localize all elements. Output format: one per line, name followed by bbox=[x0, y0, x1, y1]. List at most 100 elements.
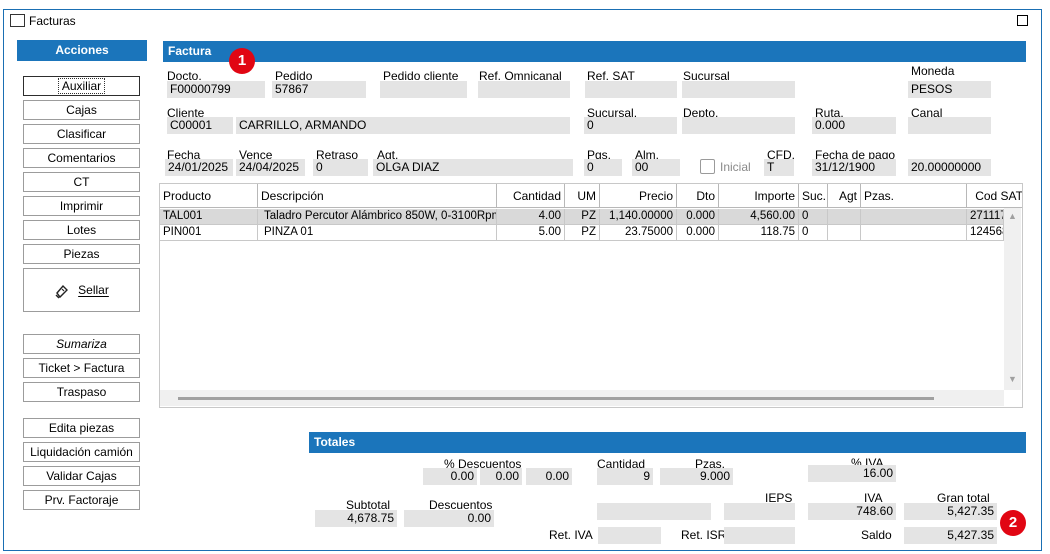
traspaso-button[interactable]: Traspaso bbox=[23, 382, 140, 402]
col-cantidad[interactable]: Cantidad bbox=[497, 184, 565, 208]
liquidacion-camion-button[interactable]: Liquidación camión bbox=[23, 442, 140, 462]
window-icon bbox=[10, 14, 25, 27]
ticket-factura-button[interactable]: Ticket > Factura bbox=[23, 358, 140, 378]
depto-field[interactable] bbox=[682, 117, 795, 134]
extra-field[interactable] bbox=[597, 503, 711, 520]
iva-field[interactable]: 748.60 bbox=[808, 503, 896, 520]
fecha-pago-field[interactable]: 31/12/1900 bbox=[812, 159, 896, 176]
col-dto[interactable]: Dto bbox=[677, 184, 719, 208]
ref-omnicanal-field[interactable] bbox=[478, 81, 570, 98]
table-row-2-dto[interactable]: 0.000 bbox=[677, 225, 719, 241]
ct-button[interactable]: CT bbox=[23, 172, 140, 192]
col-descripcion[interactable]: Descripción bbox=[258, 184, 497, 208]
ref-sat-field[interactable] bbox=[585, 81, 677, 98]
cliente-name-field[interactable]: CARRILLO, ARMANDO bbox=[236, 117, 570, 134]
gran-total-field[interactable]: 5,427.35 bbox=[904, 503, 997, 520]
col-importe[interactable]: Importe bbox=[719, 184, 799, 208]
descuentos-field[interactable]: 0.00 bbox=[404, 510, 494, 527]
horizontal-scrollbar[interactable] bbox=[160, 390, 1004, 406]
pgs-field[interactable]: 0 bbox=[584, 159, 622, 176]
table-row-1-cantidad[interactable]: 4.00 bbox=[497, 209, 565, 225]
table-row-1-precio[interactable]: 1,140.00000 bbox=[600, 209, 677, 225]
edita-piezas-button[interactable]: Edita piezas bbox=[23, 418, 140, 438]
horizontal-scroll-thumb[interactable] bbox=[178, 397, 934, 400]
cliente-code-field[interactable]: C00001 bbox=[167, 117, 233, 134]
ruta-field[interactable]: 0.000 bbox=[812, 117, 896, 134]
table-row-1-importe[interactable]: 4,560.00 bbox=[719, 209, 799, 225]
clasificar-button[interactable]: Clasificar bbox=[23, 124, 140, 144]
piezas-button[interactable]: Piezas bbox=[23, 244, 140, 264]
table-row-2-cod-sat[interactable]: 12456890 bbox=[967, 225, 1004, 241]
table-row-2-producto[interactable]: PIN001 bbox=[160, 225, 258, 241]
alm-field[interactable]: 00 bbox=[632, 159, 680, 176]
scroll-down-icon[interactable]: ▼ bbox=[1008, 374, 1017, 384]
col-um[interactable]: UM bbox=[565, 184, 600, 208]
window-title: Facturas bbox=[29, 14, 76, 28]
col-pzas[interactable]: Pzas. bbox=[861, 184, 967, 208]
vence-field[interactable]: 24/04/2025 bbox=[236, 159, 305, 176]
sellar-button[interactable]: Sellar bbox=[23, 268, 140, 312]
vertical-scrollbar[interactable]: ▲ ▼ bbox=[1004, 208, 1021, 390]
iva-pct-field[interactable]: 16.00 bbox=[808, 465, 896, 482]
canal-field[interactable] bbox=[908, 117, 991, 134]
validar-cajas-button[interactable]: Validar Cajas bbox=[23, 466, 140, 486]
scroll-up-icon[interactable]: ▲ bbox=[1008, 211, 1017, 221]
table-row-2-pzas[interactable] bbox=[861, 225, 967, 241]
docto-field[interactable]: F00000799 bbox=[167, 81, 265, 98]
lotes-button[interactable]: Lotes bbox=[23, 220, 140, 240]
col-agt[interactable]: Agt bbox=[828, 184, 861, 208]
table-row-1-cod-sat[interactable]: 27111700 bbox=[967, 209, 1004, 225]
sucursal-field[interactable] bbox=[682, 81, 795, 98]
descuento-3-field[interactable]: 0.00 bbox=[526, 468, 572, 485]
table-row-2-importe[interactable]: 118.75 bbox=[719, 225, 799, 241]
table-row-1-pzas[interactable] bbox=[861, 209, 967, 225]
totales-header: Totales bbox=[309, 432, 1026, 453]
table-row-2-um[interactable]: PZ bbox=[565, 225, 600, 241]
pzas-field[interactable]: 9.000 bbox=[660, 468, 733, 485]
pedido-cliente-field[interactable] bbox=[380, 81, 467, 98]
table-row-2-descripcion[interactable]: PINZA 01 bbox=[258, 225, 497, 241]
col-precio[interactable]: Precio bbox=[600, 184, 677, 208]
fecha-field[interactable]: 24/01/2025 bbox=[165, 159, 233, 176]
col-producto[interactable]: Producto bbox=[160, 184, 258, 208]
tipo-cambio-field[interactable]: 20.00000000 bbox=[908, 159, 991, 176]
imprimir-button[interactable]: Imprimir bbox=[23, 196, 140, 216]
ret-isr-field[interactable] bbox=[724, 527, 795, 544]
saldo-field[interactable]: 5,427.35 bbox=[904, 527, 997, 544]
products-grid[interactable]: Producto Descripción Cantidad UM Precio … bbox=[159, 183, 1023, 408]
table-row-1-um[interactable]: PZ bbox=[565, 209, 600, 225]
col-suc[interactable]: Suc. bbox=[799, 184, 828, 208]
subtotal-field[interactable]: 4,678.75 bbox=[315, 510, 397, 527]
retraso-field[interactable]: 0 bbox=[313, 159, 368, 176]
table-row-1-producto[interactable]: TAL001 bbox=[160, 209, 258, 225]
pedido-field[interactable]: 57867 bbox=[272, 81, 366, 98]
inicial-checkbox[interactable] bbox=[700, 159, 715, 174]
col-cod-sat[interactable]: Cod SAT bbox=[967, 184, 1022, 208]
stamp-icon bbox=[55, 284, 69, 299]
moneda-field[interactable]: PESOS bbox=[908, 81, 991, 98]
descuento-2-field[interactable]: 0.00 bbox=[480, 468, 522, 485]
cantidad-field[interactable]: 9 bbox=[597, 468, 653, 485]
cfd-field[interactable]: T bbox=[764, 159, 794, 176]
sucursal2-field[interactable]: 0 bbox=[584, 117, 677, 134]
table-row-2-suc[interactable]: 0 bbox=[799, 225, 828, 241]
cajas-button[interactable]: Cajas bbox=[23, 100, 140, 120]
ret-iva-field[interactable] bbox=[598, 527, 661, 544]
table-row-1-dto[interactable]: 0.000 bbox=[677, 209, 719, 225]
table-row-2-precio[interactable]: 23.75000 bbox=[600, 225, 677, 241]
sumariza-button[interactable]: Sumariza bbox=[23, 334, 140, 354]
inicial-label: Inicial bbox=[720, 160, 751, 174]
auxiliar-button[interactable]: Auxiliar bbox=[23, 76, 140, 96]
table-row-1-agt[interactable] bbox=[828, 209, 861, 225]
marker-2-badge: 2 bbox=[1000, 510, 1026, 536]
prv-factoraje-button[interactable]: Prv. Factoraje bbox=[23, 490, 140, 510]
table-row-1-suc[interactable]: 0 bbox=[799, 209, 828, 225]
descuento-1-field[interactable]: 0.00 bbox=[423, 468, 477, 485]
table-row-1-descripcion[interactable]: Taladro Percutor Alámbrico 850W, 0-3100R… bbox=[258, 209, 497, 225]
table-row-2-agt[interactable] bbox=[828, 225, 861, 241]
maximize-icon[interactable] bbox=[1017, 15, 1028, 26]
ieps-field[interactable] bbox=[724, 503, 795, 520]
comentarios-button[interactable]: Comentarios bbox=[23, 148, 140, 168]
agt-field[interactable]: OLGA DIAZ bbox=[373, 159, 573, 176]
table-row-2-cantidad[interactable]: 5.00 bbox=[497, 225, 565, 241]
